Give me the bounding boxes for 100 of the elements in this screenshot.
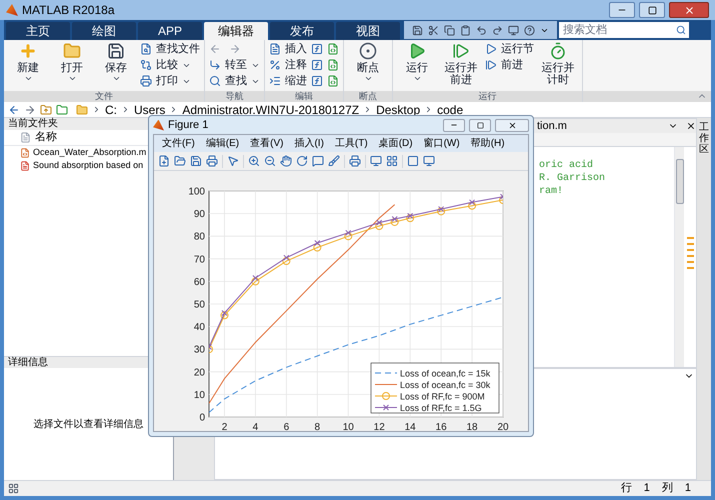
column-header[interactable]: 名称: [35, 129, 57, 146]
ribbon-tab[interactable]: APP: [138, 22, 202, 40]
file-item[interactable]: Sound absorption based on: [4, 159, 144, 172]
grid-icon[interactable]: [386, 155, 398, 167]
legend-label: Loss of ocean,fc = 30k: [400, 380, 490, 390]
warning-marker[interactable]: [686, 267, 694, 269]
menu-item[interactable]: 插入(I): [294, 136, 324, 151]
forward-icon[interactable]: [24, 104, 36, 116]
new-file-icon[interactable]: [158, 155, 170, 167]
ribbon-button[interactable]: 运行并前进: [441, 40, 481, 86]
redo-icon[interactable]: [492, 24, 503, 36]
square-icon[interactable]: [407, 155, 419, 167]
close-button[interactable]: [495, 118, 529, 132]
warning-marker[interactable]: [686, 243, 694, 245]
path-segment[interactable]: Users: [134, 100, 166, 118]
ribbon-button[interactable]: 运行节: [485, 41, 534, 57]
side-tab[interactable]: 工作区: [697, 118, 711, 480]
menu-item[interactable]: 编辑(E): [206, 136, 240, 151]
axis-tick-label: 2: [222, 422, 228, 433]
close-icon[interactable]: [686, 121, 696, 131]
maximize-icon: [648, 6, 656, 14]
code-file-icon[interactable]: [327, 75, 339, 87]
point: [375, 222, 384, 230]
search-field[interactable]: 搜索文档: [559, 22, 689, 38]
axis-tick-label: 16: [436, 422, 447, 433]
code-file-icon[interactable]: [327, 43, 339, 55]
legend-label: Loss of RF,fc = 900M: [400, 392, 485, 402]
cut-icon[interactable]: [428, 24, 439, 36]
back-icon[interactable]: [8, 104, 20, 116]
ribbon-button[interactable]: 保存: [96, 40, 136, 83]
monitor-icon[interactable]: [423, 155, 435, 167]
maximize-button[interactable]: [639, 2, 665, 18]
ribbon-tab[interactable]: 主页: [6, 22, 70, 40]
axis-tick-label: 50: [194, 300, 205, 310]
warning-marker[interactable]: [686, 249, 694, 251]
function-icon[interactable]: [311, 75, 323, 87]
layout-icon[interactable]: [8, 483, 19, 494]
ribbon-tab[interactable]: 发布: [270, 22, 334, 40]
menu-item[interactable]: 工具(T): [334, 136, 368, 151]
ribbon-button[interactable]: 断点: [348, 40, 388, 83]
save-icon[interactable]: [190, 155, 202, 167]
ribbon-button[interactable]: 运行并计时: [538, 40, 578, 86]
ribbon-button[interactable]: 转至: [209, 57, 260, 73]
ribbon-button[interactable]: 比较: [140, 57, 191, 73]
scrollbar[interactable]: [674, 147, 684, 367]
ribbon-button[interactable]: 注释: [269, 57, 307, 73]
path-segment[interactable]: code: [437, 100, 464, 118]
path-segment[interactable]: C:: [105, 100, 117, 118]
file-item[interactable]: Ocean_Water_Absorption.m: [4, 146, 146, 159]
warning-marker[interactable]: [686, 261, 694, 263]
path-segment[interactable]: Desktop: [376, 100, 420, 118]
separator-icon: [92, 105, 101, 114]
ribbon-tab[interactable]: 编辑器: [204, 22, 268, 40]
group-label: 断点: [344, 91, 392, 102]
legend-line-sample: [374, 372, 398, 374]
menu-item[interactable]: 帮助(H): [470, 136, 505, 151]
zoom-out-icon[interactable]: [264, 155, 276, 167]
ribbon-button[interactable]: 新建: [8, 40, 48, 83]
ribbon-button[interactable]: 运行: [397, 40, 437, 83]
folder-up-icon[interactable]: [40, 104, 52, 116]
status-text: 1: [684, 481, 691, 496]
path-segment[interactable]: Administrator.WIN7U-20180127Z: [182, 100, 360, 118]
menu-item[interactable]: 查看(V): [250, 136, 284, 151]
copy-icon[interactable]: [444, 24, 455, 36]
ribbon-button[interactable]: 前进: [485, 57, 523, 73]
undo-icon[interactable]: [476, 24, 487, 36]
print-icon[interactable]: [206, 155, 218, 167]
help-icon[interactable]: [524, 24, 535, 36]
function-icon[interactable]: [311, 59, 323, 71]
ribbon-button[interactable]: 缩进: [269, 73, 307, 89]
data-tip-icon[interactable]: [312, 155, 324, 167]
rotate-icon[interactable]: [296, 155, 308, 167]
menu-item[interactable]: 桌面(D): [378, 136, 413, 151]
code-file-icon[interactable]: [327, 59, 339, 71]
hand-icon[interactable]: [280, 155, 292, 167]
ribbon-button[interactable]: 查找: [209, 73, 260, 89]
zoom-in-icon[interactable]: [248, 155, 260, 167]
panel-icon[interactable]: [370, 155, 382, 167]
ribbon-tab[interactable]: 视图: [336, 22, 400, 40]
warning-marker[interactable]: [686, 237, 694, 239]
close-button[interactable]: [669, 2, 709, 18]
ribbon-button[interactable]: 打印: [140, 73, 191, 89]
ribbon-button[interactable]: 插入: [269, 41, 307, 57]
function-icon[interactable]: [311, 43, 323, 55]
menu-item[interactable]: 窗口(W): [424, 136, 460, 151]
editor-tab[interactable]: tion.m: [537, 118, 567, 134]
details-message: 选择文件以查看详细信息: [34, 418, 144, 432]
browse-folder-icon[interactable]: [56, 104, 68, 116]
save-icon[interactable]: [412, 24, 423, 36]
maximize-button[interactable]: [469, 118, 491, 132]
brush-icon[interactable]: [328, 155, 340, 167]
window-icon[interactable]: [508, 24, 519, 36]
ribbon-button[interactable]: 打开: [52, 40, 92, 83]
warning-marker[interactable]: [686, 255, 694, 257]
ribbon-button[interactable]: 查找文件: [140, 41, 200, 57]
pointer-icon[interactable]: [227, 155, 239, 167]
paste-icon[interactable]: [460, 24, 471, 36]
menu-item[interactable]: 文件(F): [162, 136, 195, 151]
ribbon-tab[interactable]: 绘图: [72, 22, 136, 40]
open-folder-icon[interactable]: [174, 155, 186, 167]
